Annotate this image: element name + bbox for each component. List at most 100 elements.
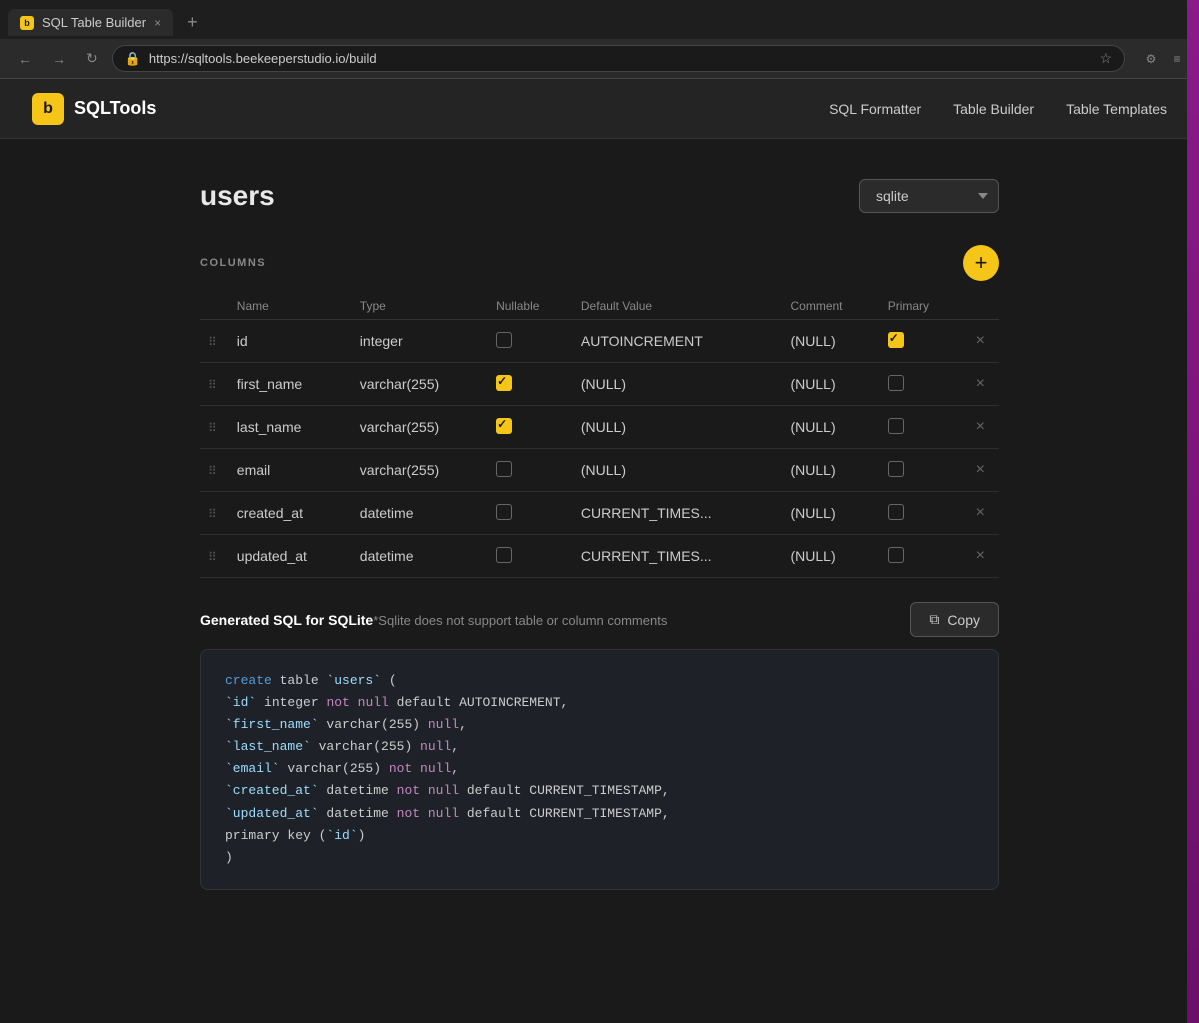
col-primary[interactable] (880, 363, 962, 406)
extensions-icon[interactable]: ⚙ (1141, 49, 1161, 69)
remove-col-btn[interactable]: × (970, 373, 991, 395)
sql-token: varchar(255) (319, 717, 428, 732)
col-type: varchar(255) (352, 449, 488, 492)
nav-table-builder[interactable]: Table Builder (953, 101, 1034, 117)
drag-handle[interactable]: ⠿ (208, 550, 221, 564)
sql-token: `email` (225, 761, 280, 776)
active-tab[interactable]: b SQL Table Builder × (8, 9, 173, 36)
col-type: integer (352, 320, 488, 363)
sql-token: , (451, 739, 459, 754)
col-nullable[interactable] (488, 406, 573, 449)
col-default: CURRENT_TIMES... (573, 535, 783, 578)
sql-token: `updated_at` (225, 806, 319, 821)
drag-handle[interactable]: ⠿ (208, 421, 221, 435)
col-primary[interactable] (880, 535, 962, 578)
dialect-select[interactable]: sqlite mysql postgresql mssql (859, 179, 999, 213)
add-column-btn[interactable]: + (963, 245, 999, 281)
sql-note: *Sqlite does not support table or column… (373, 613, 667, 628)
primary-checkbox[interactable] (888, 547, 904, 563)
back-btn[interactable]: ← (12, 47, 38, 71)
browser-chrome: b SQL Table Builder × + ← → ↻ 🔒 https://… (0, 0, 1199, 79)
col-comment: (NULL) (783, 363, 880, 406)
lock-icon: 🔒 (125, 51, 141, 67)
col-primary[interactable] (880, 406, 962, 449)
drag-handle[interactable]: ⠿ (208, 464, 221, 478)
sql-token: table (272, 673, 327, 688)
nullable-checkbox[interactable] (496, 547, 512, 563)
col-nullable[interactable] (488, 449, 573, 492)
main-nav: SQL Formatter Table Builder Table Templa… (829, 101, 1167, 117)
col-type: varchar(255) (352, 406, 488, 449)
sql-token: integer (256, 695, 326, 710)
sql-token: `users` (326, 673, 381, 688)
primary-checkbox[interactable] (888, 418, 904, 434)
sql-token: null (428, 783, 459, 798)
sql-token: null (428, 717, 459, 732)
nav-sql-formatter[interactable]: SQL Formatter (829, 101, 921, 117)
sql-token: varchar(255) (280, 761, 389, 776)
col-name: first_name (237, 376, 302, 392)
table-row: ⠿ email varchar(255) (NULL) (NULL) × (200, 449, 999, 492)
refresh-btn[interactable]: ↻ (80, 46, 104, 71)
tab-close-btn[interactable]: × (154, 16, 161, 30)
sql-line: `email` varchar(255) not null, (225, 758, 974, 780)
columns-section: COLUMNS + Name Type Nullable Default Val… (200, 245, 999, 578)
col-nullable[interactable] (488, 363, 573, 406)
nullable-checkbox[interactable] (496, 332, 512, 348)
url-text: https://sqltools.beekeeperstudio.io/buil… (149, 51, 1092, 66)
copy-button[interactable]: ⧉ Copy (910, 602, 999, 637)
sql-code-block: create table `users` ( `id` integer not … (200, 649, 999, 890)
nullable-checkbox[interactable] (496, 461, 512, 477)
col-default: CURRENT_TIMES... (573, 492, 783, 535)
primary-checkbox[interactable] (888, 504, 904, 520)
columns-label: COLUMNS (200, 257, 266, 269)
star-icon[interactable]: ☆ (1099, 50, 1112, 67)
primary-checkbox[interactable] (888, 461, 904, 477)
nav-bar: ← → ↻ 🔒 https://sqltools.beekeeperstudio… (0, 39, 1199, 78)
col-primary[interactable] (880, 492, 962, 535)
col-nullable[interactable] (488, 320, 573, 363)
sql-token: null (358, 695, 389, 710)
sql-line: `updated_at` datetime not null default C… (225, 803, 974, 825)
primary-checkbox[interactable] (888, 375, 904, 391)
drag-handle[interactable]: ⠿ (208, 507, 221, 521)
sql-token (420, 783, 428, 798)
col-header-type: Type (352, 293, 488, 320)
remove-col-btn[interactable]: × (970, 459, 991, 481)
sql-token: `last_name` (225, 739, 311, 754)
remove-col-btn[interactable]: × (970, 502, 991, 524)
remove-col-btn[interactable]: × (970, 545, 991, 567)
remove-col-btn[interactable]: × (970, 330, 991, 352)
col-type: datetime (352, 492, 488, 535)
col-nullable[interactable] (488, 492, 573, 535)
nullable-checkbox[interactable] (496, 418, 512, 434)
primary-checkbox[interactable] (888, 332, 904, 348)
logo-icon: b (32, 93, 64, 125)
drag-handle[interactable]: ⠿ (208, 378, 221, 392)
copy-label: Copy (947, 612, 980, 628)
table-row: ⠿ updated_at datetime CURRENT_TIMES... (… (200, 535, 999, 578)
menu-icon[interactable]: ≡ (1167, 49, 1187, 69)
col-primary[interactable] (880, 320, 962, 363)
sql-token: default AUTOINCREMENT, (389, 695, 568, 710)
nullable-checkbox[interactable] (496, 375, 512, 391)
col-primary[interactable] (880, 449, 962, 492)
address-bar[interactable]: 🔒 https://sqltools.beekeeperstudio.io/bu… (112, 45, 1125, 72)
col-name: id (237, 333, 248, 349)
nav-table-templates[interactable]: Table Templates (1066, 101, 1167, 117)
col-nullable[interactable] (488, 535, 573, 578)
logo-text: SQLTools (74, 98, 156, 119)
forward-btn[interactable]: → (46, 47, 72, 71)
sql-token: `id` (326, 828, 357, 843)
browser-nav-icons: ⚙ ≡ (1141, 49, 1187, 69)
col-header-nullable: Nullable (488, 293, 573, 320)
new-tab-btn[interactable]: + (177, 6, 208, 39)
col-name: email (237, 462, 270, 478)
nullable-checkbox[interactable] (496, 504, 512, 520)
sql-line: `id` integer not null default AUTOINCREM… (225, 692, 974, 714)
remove-col-btn[interactable]: × (970, 416, 991, 438)
drag-handle[interactable]: ⠿ (208, 335, 221, 349)
sql-title-strong: Generated SQL for SQLite (200, 612, 373, 628)
copy-icon: ⧉ (929, 611, 939, 628)
col-comment: (NULL) (783, 406, 880, 449)
